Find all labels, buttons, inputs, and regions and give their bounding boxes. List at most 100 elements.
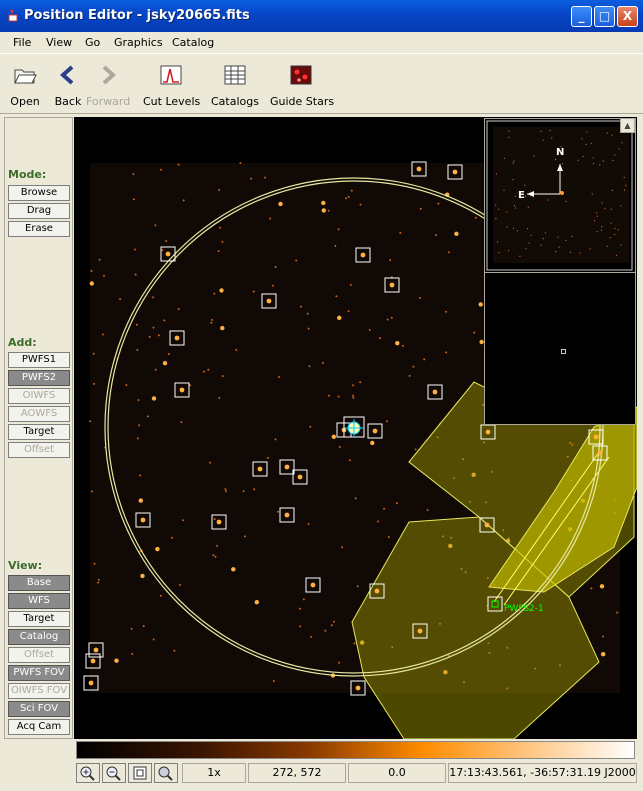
view-pwfs-fov-button[interactable]: PWFS FOV bbox=[8, 665, 70, 681]
star bbox=[177, 163, 180, 166]
star bbox=[351, 394, 354, 397]
zoom-fit-button[interactable] bbox=[128, 763, 152, 783]
add-target-button[interactable]: Target bbox=[8, 424, 70, 440]
view-catalog-button[interactable]: Catalog bbox=[8, 629, 70, 645]
panner-star bbox=[581, 138, 583, 140]
panner-star bbox=[601, 202, 603, 204]
star bbox=[378, 337, 381, 340]
menu-catalog[interactable]: Catalog bbox=[172, 36, 214, 49]
panner-star bbox=[533, 155, 535, 157]
guide-stars-label: Guide Stars bbox=[270, 95, 335, 108]
menu-view[interactable]: View bbox=[46, 36, 72, 49]
menu-file[interactable]: File bbox=[13, 36, 31, 49]
zoom-in-button[interactable] bbox=[76, 763, 100, 783]
guide-stars-button[interactable]: Guide Stars bbox=[270, 60, 335, 110]
view-target-button[interactable]: Target bbox=[8, 611, 70, 627]
star bbox=[423, 358, 426, 361]
catalog-star bbox=[452, 169, 458, 175]
zoom-normal-button[interactable] bbox=[154, 763, 178, 783]
star bbox=[437, 202, 440, 205]
erase-button[interactable]: Erase bbox=[8, 221, 70, 237]
panner-star bbox=[495, 218, 497, 220]
maximize-button[interactable]: □ bbox=[594, 6, 615, 27]
drag-button[interactable]: Drag bbox=[8, 203, 70, 219]
view-base-button[interactable]: Base bbox=[8, 575, 70, 591]
panner-star bbox=[601, 226, 603, 228]
catalog-star bbox=[216, 519, 222, 525]
star bbox=[162, 361, 168, 366]
star bbox=[266, 456, 269, 459]
open-button[interactable]: Open bbox=[4, 60, 46, 110]
star bbox=[272, 680, 275, 682]
star bbox=[386, 318, 389, 321]
panner-star bbox=[612, 159, 614, 162]
star bbox=[213, 518, 216, 521]
star bbox=[216, 544, 219, 547]
view-oiwfs-fov-button[interactable]: OIWFS FOV bbox=[8, 683, 70, 699]
panner-star bbox=[524, 184, 526, 186]
panner-star bbox=[512, 227, 514, 229]
star bbox=[368, 328, 371, 331]
north-label: N bbox=[556, 147, 564, 158]
view-wfs-button[interactable]: WFS bbox=[8, 593, 70, 609]
catalogs-button[interactable]: Catalogs bbox=[211, 60, 259, 110]
panner-star bbox=[527, 206, 529, 208]
star bbox=[337, 315, 342, 320]
star bbox=[395, 502, 398, 505]
view-sci-fov-button[interactable]: Sci FOV bbox=[8, 701, 70, 717]
add-pwfs2-button[interactable]: PWFS2 bbox=[8, 370, 70, 386]
star bbox=[330, 624, 333, 627]
star bbox=[152, 638, 155, 641]
add-oiwfs-button[interactable]: OIWFS bbox=[8, 388, 70, 404]
star bbox=[353, 642, 356, 645]
star bbox=[213, 292, 216, 295]
browse-button[interactable]: Browse bbox=[8, 185, 70, 201]
star bbox=[125, 384, 128, 387]
panner-star bbox=[610, 208, 612, 210]
menu-go[interactable]: Go bbox=[85, 36, 100, 49]
panner-star bbox=[508, 130, 510, 132]
star bbox=[182, 199, 185, 202]
star bbox=[103, 274, 105, 277]
image-display[interactable]: PWFS2-1 N E ▲ bbox=[74, 117, 637, 739]
panner-star bbox=[551, 137, 553, 139]
zoom-out-button[interactable] bbox=[102, 763, 126, 783]
star bbox=[447, 251, 450, 254]
star bbox=[138, 424, 141, 427]
menu-graphics[interactable]: Graphics bbox=[114, 36, 163, 49]
star bbox=[253, 488, 256, 491]
panner-star bbox=[565, 239, 567, 241]
star bbox=[445, 310, 448, 313]
catalog-star bbox=[389, 282, 395, 288]
star bbox=[97, 581, 100, 584]
colorbar[interactable] bbox=[76, 741, 635, 759]
star bbox=[89, 420, 92, 423]
app-icon bbox=[8, 10, 18, 22]
panner-view[interactable]: N E bbox=[484, 118, 636, 273]
back-button[interactable]: Back bbox=[50, 60, 86, 110]
close-button[interactable]: X bbox=[617, 6, 638, 27]
panner-star bbox=[593, 162, 595, 165]
star bbox=[310, 635, 313, 638]
panner-star bbox=[600, 229, 603, 231]
add-pwfs1-button[interactable]: PWFS1 bbox=[8, 352, 70, 368]
add-offset-button[interactable]: Offset bbox=[8, 442, 70, 458]
panner-star bbox=[617, 229, 619, 231]
add-label: Add: bbox=[8, 336, 37, 349]
add-aowfs-button[interactable]: AOWFS bbox=[8, 406, 70, 422]
cut-levels-button[interactable]: Cut Levels bbox=[143, 60, 200, 110]
star bbox=[419, 207, 422, 210]
view-offset-button[interactable]: Offset bbox=[8, 647, 70, 663]
minimize-button[interactable]: _ bbox=[571, 6, 592, 27]
forward-button[interactable]: Forward bbox=[86, 60, 130, 110]
star bbox=[354, 497, 357, 500]
star bbox=[412, 365, 415, 368]
panner-star bbox=[498, 208, 500, 210]
scroll-up-button[interactable]: ▲ bbox=[620, 118, 635, 133]
star bbox=[333, 620, 335, 623]
back-arrow-icon bbox=[59, 65, 74, 85]
star bbox=[134, 273, 137, 276]
star bbox=[170, 536, 173, 539]
panner-star bbox=[618, 148, 620, 150]
view-acq-cam-button[interactable]: Acq Cam bbox=[8, 719, 70, 735]
